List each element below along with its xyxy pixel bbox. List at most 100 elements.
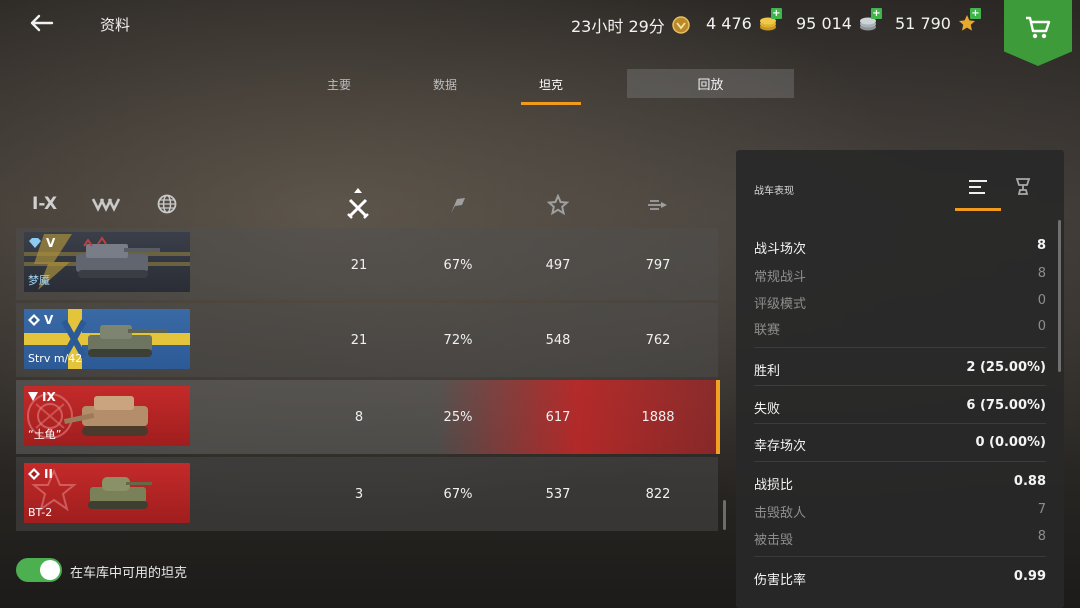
stat-row: 评级模式 0 — [754, 293, 1046, 312]
winrate-value: 25% — [443, 409, 473, 425]
silver-amount: 95 014 — [796, 13, 852, 33]
stat-label: 战斗场次 — [754, 242, 807, 257]
stat-value: 0.99 — [1013, 569, 1046, 584]
stat-value: 7 — [1037, 502, 1046, 517]
page-title: 资料 — [100, 16, 131, 34]
garage-only-label: 在车库中可用的坦克 — [70, 566, 188, 581]
battles-value: 21 — [350, 332, 368, 348]
stat-value: 6 (75.00%) — [966, 398, 1046, 413]
add-gold-icon[interactable]: + — [770, 8, 782, 19]
panel-scrollbar[interactable] — [1058, 220, 1061, 372]
stat-row: 联赛 0 — [754, 319, 1046, 338]
winrate-value: 72% — [443, 332, 473, 348]
stat-label: 幸存场次 — [754, 439, 807, 454]
top-bar: 资料 23小时 29分 4 476 + 95 014 + 51 790 + — [0, 0, 1080, 66]
free-xp-amount: 51 790 — [895, 13, 951, 33]
shop-button[interactable] — [1004, 0, 1072, 66]
divider — [754, 385, 1046, 386]
tank-name: Strv m/42 — [28, 352, 83, 365]
stat-label: 战损比 — [754, 478, 794, 493]
tank-row[interactable]: II BT-2 3 67% 537 822 — [16, 457, 718, 531]
damage-value: 1888 — [641, 409, 675, 425]
stat-row: 常规战斗 8 — [754, 266, 1046, 285]
toggle-knob — [40, 560, 60, 580]
tier-label: V — [44, 313, 54, 327]
stat-value: 2 (25.00%) — [966, 360, 1046, 375]
silver-balance[interactable]: 95 014 + — [796, 8, 882, 33]
free-xp-balance[interactable]: 51 790 + — [895, 8, 981, 33]
tab-main[interactable]: 主要 — [319, 76, 359, 93]
silver-coins-icon: + — [858, 8, 882, 33]
stat-label: 被击毁 — [754, 533, 794, 548]
sort-by-battles[interactable] — [343, 188, 373, 219]
tank-row-selected[interactable]: IX “土龟” 8 25% 617 1888 — [16, 380, 720, 454]
gold-balance[interactable]: 4 476 + — [706, 8, 782, 33]
stat-value: 8 — [1037, 266, 1046, 281]
stat-value: 8 — [1036, 238, 1046, 253]
stat-value: 0 — [1037, 293, 1046, 308]
panel-tab-achievements[interactable] — [1001, 174, 1045, 200]
star-outline-icon — [547, 194, 569, 216]
stat-row: 胜利 2 (25.00%) — [754, 360, 1046, 379]
tier-label: V — [46, 236, 56, 250]
stat-value: 0 (0.00%) — [975, 435, 1046, 450]
premium-timer[interactable]: 23小时 29分 — [571, 13, 691, 37]
stat-row: 失败 6 (75.00%) — [754, 398, 1046, 417]
battles-value: 21 — [350, 257, 368, 273]
vehicle-performance-panel: 战车表现 战斗场次 8 常规战斗 8 评级模式 0 联赛 0 胜利 2 (25.… — [736, 150, 1064, 608]
tank-name: “土龟” — [28, 428, 62, 441]
battles-value: 3 — [354, 486, 364, 502]
vehicle-class-icon — [91, 198, 121, 212]
stat-label: 胜利 — [754, 364, 781, 379]
tank-row[interactable]: V Strv m/42 21 72% 548 762 — [16, 303, 718, 377]
list-bars-icon — [969, 180, 987, 194]
tier-badge: IX — [28, 390, 56, 404]
tab-stats[interactable]: 数据 — [425, 76, 465, 93]
tier-badge: II — [28, 467, 53, 481]
tank-card: V Strv m/42 — [24, 309, 190, 369]
class-filter[interactable] — [91, 192, 123, 216]
light-tank-class-icon — [28, 468, 40, 480]
stat-row: 战损比 0.88 — [754, 474, 1046, 493]
damage-value: 797 — [645, 257, 671, 273]
shell-damage-icon — [648, 200, 667, 210]
stat-row: 被击毁 8 — [754, 529, 1046, 548]
globe-icon — [157, 194, 177, 214]
tank-row[interactable]: V 梦魇 21 67% 497 797 — [16, 228, 718, 300]
tab-replays[interactable]: 回放 — [627, 69, 794, 98]
free-xp-star-icon: + — [957, 8, 981, 33]
sort-by-damage[interactable] — [643, 192, 673, 218]
sort-by-winrate[interactable] — [443, 192, 473, 218]
tab-tanks[interactable]: 坦克 — [531, 76, 571, 93]
stat-row: 幸存场次 0 (0.00%) — [754, 435, 1046, 454]
stat-label: 常规战斗 — [754, 270, 807, 285]
tank-name: 梦魇 — [28, 274, 50, 287]
stat-value: 8 — [1037, 529, 1046, 544]
tank-name: BT-2 — [28, 506, 53, 519]
panel-active-tab-indicator — [955, 208, 1001, 211]
stat-row: 伤害比率 0.99 — [754, 569, 1046, 588]
sort-by-experience[interactable] — [543, 192, 573, 218]
garage-only-toggle[interactable] — [16, 558, 62, 582]
premium-diamond-icon — [29, 238, 41, 248]
tier-label: II — [44, 467, 53, 481]
tank-list-scrollbar[interactable] — [723, 500, 726, 530]
tier-filter[interactable]: I-X — [32, 192, 57, 216]
panel-tab-statistics[interactable] — [956, 174, 1000, 200]
damage-value: 762 — [645, 332, 671, 348]
stat-row: 战斗场次 8 — [754, 238, 1046, 257]
add-silver-icon[interactable]: + — [870, 8, 882, 19]
xp-value: 537 — [545, 486, 571, 502]
gold-coins-icon: + — [758, 8, 782, 33]
add-free-xp-icon[interactable]: + — [969, 8, 981, 19]
vehicle-class-diamond-icon — [28, 314, 40, 326]
tier-badge: V — [28, 236, 55, 250]
stat-value: 0 — [1037, 319, 1046, 334]
tier-label: IX — [42, 390, 56, 404]
stat-label: 伤害比率 — [754, 573, 807, 588]
back-button[interactable] — [24, 8, 58, 38]
stat-label: 联赛 — [754, 323, 781, 338]
panel-title: 战车表现 — [754, 186, 794, 197]
arrow-left-icon — [30, 14, 54, 32]
nation-filter[interactable] — [156, 192, 178, 216]
